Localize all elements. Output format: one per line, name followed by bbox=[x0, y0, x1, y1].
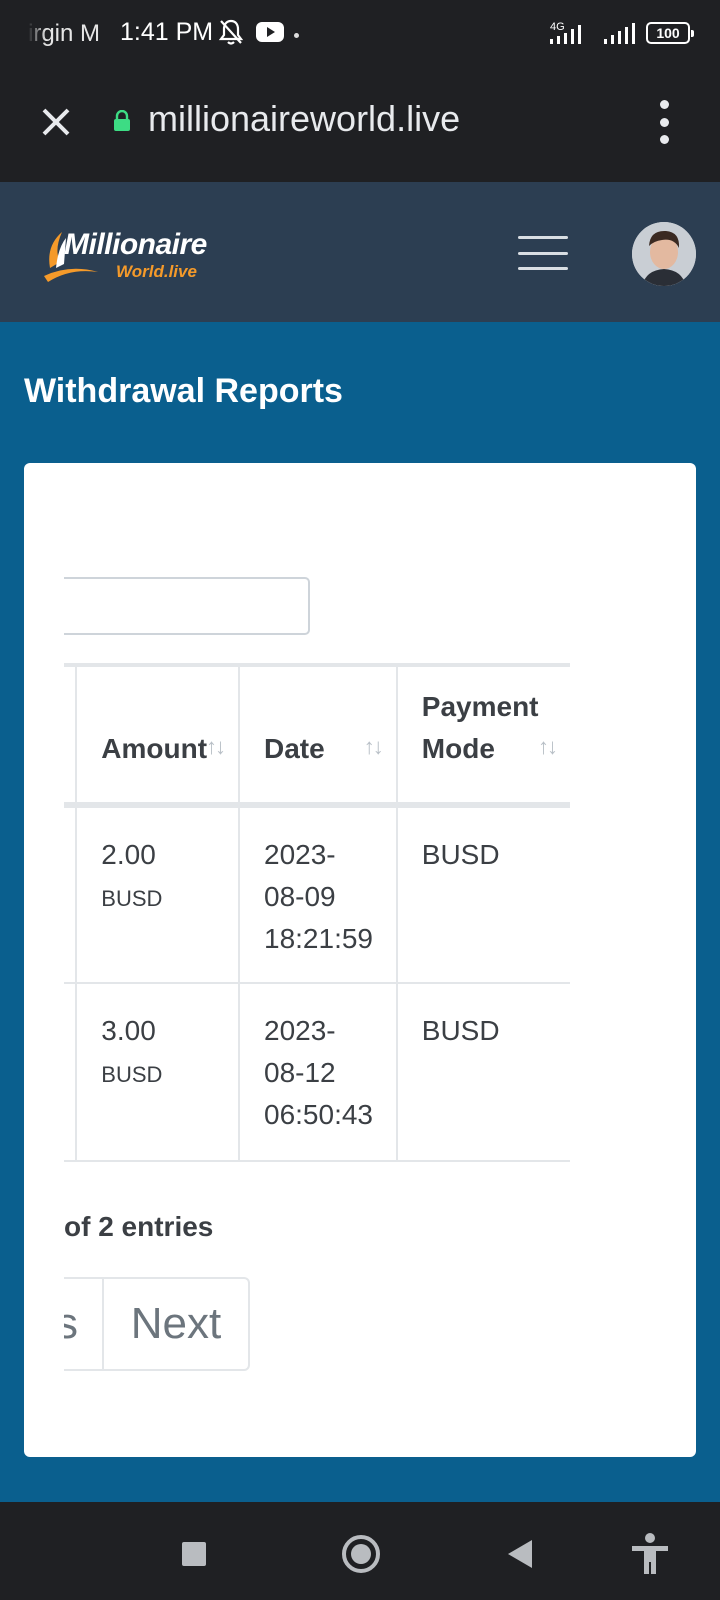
cell-date: 2023- 08-12 06:50:43 bbox=[239, 983, 398, 1162]
date-line: 2023- bbox=[264, 839, 336, 870]
hamburger-line bbox=[518, 236, 568, 239]
back-icon[interactable] bbox=[508, 1540, 532, 1568]
search-input[interactable] bbox=[64, 577, 310, 635]
sort-icon[interactable]: ↑↓ bbox=[206, 726, 226, 768]
column-header-label: Date bbox=[264, 733, 325, 764]
date-line: 08-09 bbox=[264, 881, 336, 912]
date-line: 2023- bbox=[264, 1015, 336, 1046]
avatar[interactable] bbox=[632, 222, 696, 286]
amount-value: 2.00 bbox=[101, 839, 156, 870]
logo-text-sub: World.live bbox=[116, 262, 197, 281]
browser-toolbar: millionaireworld.live bbox=[0, 70, 720, 182]
cell-amount: 3.00 BUSD bbox=[76, 983, 240, 1162]
menu-dot bbox=[659, 117, 669, 127]
table-header-row: ↑↓ Amount ↑↓ Date ↑↓ Payment Mode ↑↓ bbox=[64, 663, 570, 808]
next-button[interactable]: Next bbox=[104, 1277, 250, 1371]
url-text[interactable]: millionaireworld.live bbox=[148, 98, 460, 140]
withdrawal-table: ↑↓ Amount ↑↓ Date ↑↓ Payment Mode ↑↓ bbox=[64, 663, 570, 1162]
svg-text:4G: 4G bbox=[550, 21, 565, 33]
report-card: ↑↓ Amount ↑↓ Date ↑↓ Payment Mode ↑↓ bbox=[24, 463, 696, 1457]
signal-icon: 4G bbox=[550, 21, 581, 44]
amount-unit: BUSD bbox=[101, 886, 163, 911]
entries-info: of 2 entries bbox=[64, 1211, 214, 1242]
cell-partial: 21 bbox=[64, 805, 78, 984]
recent-apps-icon[interactable] bbox=[182, 1542, 206, 1566]
signal-icon bbox=[604, 23, 635, 44]
column-header-label: Payment Mode bbox=[421, 691, 539, 764]
pagination: s Next bbox=[64, 1277, 250, 1371]
close-icon[interactable] bbox=[36, 102, 76, 142]
site-logo[interactable]: Millionaire World.live bbox=[40, 228, 240, 288]
table-row: 21 3.00 BUSD 2023- 08-12 06:50:43 BUSD bbox=[64, 983, 570, 1162]
previous-button[interactable]: s bbox=[64, 1277, 104, 1371]
cell-payment-mode: BUSD bbox=[396, 805, 570, 984]
status-notification-icons bbox=[218, 18, 284, 46]
page-title: Withdrawal Reports bbox=[24, 372, 343, 410]
time-line: 18:21:59 bbox=[264, 923, 373, 954]
hamburger-line bbox=[518, 251, 568, 255]
user-avatar-icon bbox=[632, 222, 696, 286]
accessibility-icon[interactable] bbox=[630, 1532, 670, 1576]
table-scroll-container[interactable]: ↑↓ Amount ↑↓ Date ↑↓ Payment Mode ↑↓ bbox=[64, 463, 656, 1457]
amount-unit: BUSD bbox=[101, 1062, 163, 1087]
table-row: 21 2.00 BUSD 2023- 08-09 18:21:59 BUSD bbox=[64, 805, 570, 984]
youtube-icon bbox=[256, 22, 284, 42]
cell-amount: 2.00 BUSD bbox=[76, 805, 240, 984]
home-icon[interactable] bbox=[342, 1535, 380, 1573]
sort-icon[interactable]: ↑↓ bbox=[364, 726, 384, 768]
time-line: 06:50:43 bbox=[264, 1099, 373, 1130]
cell-partial: 21 bbox=[64, 983, 78, 1162]
date-line: 08-12 bbox=[264, 1057, 336, 1088]
menu-dot bbox=[659, 100, 669, 109]
cell-payment-mode: BUSD bbox=[396, 983, 570, 1162]
notification-dot bbox=[294, 33, 299, 38]
status-time: 1:41 PM bbox=[120, 18, 214, 46]
column-header-date[interactable]: Date ↑↓ bbox=[239, 663, 398, 808]
lock-icon bbox=[114, 110, 130, 131]
status-bar: irgin M 1:41 PM 4G 100 bbox=[0, 0, 720, 70]
more-vert-icon[interactable] bbox=[658, 100, 670, 144]
column-header-amount[interactable]: Amount ↑↓ bbox=[76, 663, 240, 808]
hamburger-menu-icon[interactable] bbox=[518, 236, 568, 270]
column-header-label: Amount bbox=[101, 733, 208, 764]
logo-text-main: Millionaire bbox=[64, 228, 207, 261]
system-nav-bar bbox=[0, 1502, 720, 1600]
hamburger-line bbox=[518, 267, 568, 270]
menu-dot bbox=[659, 135, 669, 144]
battery-icon: 100 bbox=[646, 22, 694, 44]
battery-level: 100 bbox=[656, 25, 680, 41]
column-header-payment-mode[interactable]: Payment Mode ↑↓ bbox=[396, 663, 570, 808]
column-header[interactable]: ↑↓ bbox=[64, 663, 78, 808]
sort-icon[interactable]: ↑↓ bbox=[538, 726, 558, 768]
amount-value: 3.00 bbox=[101, 1015, 156, 1046]
site-header: Millionaire World.live bbox=[0, 182, 720, 322]
carrier-fade bbox=[28, 16, 46, 50]
cell-date: 2023- 08-09 18:21:59 bbox=[239, 805, 398, 984]
bell-off-icon bbox=[218, 19, 244, 45]
status-system-icons: 4G 100 bbox=[548, 20, 694, 46]
